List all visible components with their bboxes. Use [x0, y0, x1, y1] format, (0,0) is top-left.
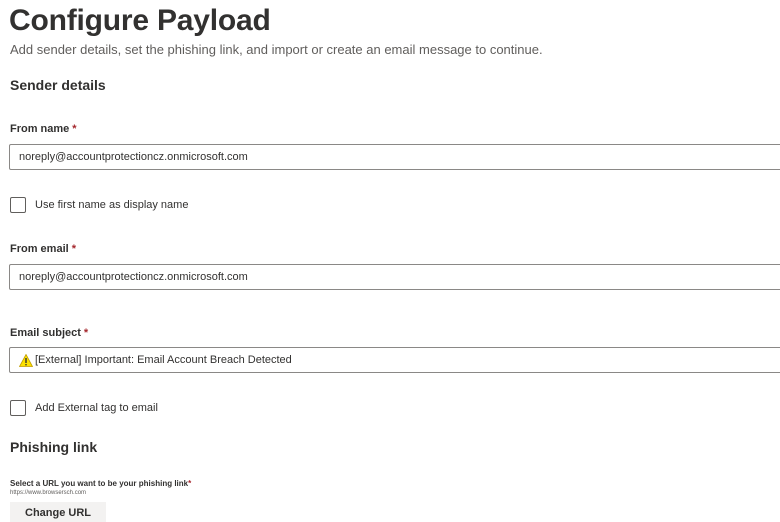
add-external-tag-label: Add External tag to email	[35, 402, 158, 414]
phishing-url-label: Select a URL you want to be your phishin…	[10, 479, 191, 488]
phishing-url-label-text: Select a URL you want to be your phishin…	[10, 479, 189, 488]
change-url-button[interactable]: Change URL	[10, 502, 106, 522]
add-external-tag-checkbox-row[interactable]: Add External tag to email	[10, 400, 158, 416]
from-name-input[interactable]: noreply@accountprotectioncz.onmicrosoft.…	[9, 144, 780, 170]
from-email-input[interactable]: noreply@accountprotectioncz.onmicrosoft.…	[9, 264, 780, 290]
use-first-name-checkbox-row[interactable]: Use first name as display name	[10, 197, 188, 213]
page-subtitle: Add sender details, set the phishing lin…	[10, 42, 543, 57]
sender-details-heading: Sender details	[10, 77, 106, 93]
email-subject-input[interactable]: [External] Important: Email Account Brea…	[9, 347, 780, 373]
from-name-label-text: From name	[10, 123, 70, 135]
add-external-tag-checkbox[interactable]	[10, 400, 26, 416]
from-name-value: noreply@accountprotectioncz.onmicrosoft.…	[19, 151, 248, 163]
email-subject-label-text: Email subject	[10, 327, 81, 339]
email-subject-label: Email subject *	[10, 327, 88, 339]
use-first-name-checkbox[interactable]	[10, 197, 26, 213]
page-title: Configure Payload	[9, 4, 271, 37]
email-subject-value: [External] Important: Email Account Brea…	[35, 354, 292, 366]
phishing-link-heading: Phishing link	[10, 439, 98, 455]
use-first-name-label: Use first name as display name	[35, 199, 189, 211]
required-marker: *	[188, 479, 192, 488]
from-name-label: From name *	[10, 123, 77, 135]
phishing-url-value: https://www.browsersch.com	[10, 490, 87, 496]
from-email-label-text: From email	[10, 243, 69, 255]
required-marker: *	[71, 243, 76, 255]
required-marker: *	[72, 123, 77, 135]
from-email-value: noreply@accountprotectioncz.onmicrosoft.…	[19, 271, 248, 283]
from-email-label: From email *	[10, 243, 76, 255]
configure-payload-page: Configure Payload Add sender details, se…	[0, 0, 780, 522]
required-marker: *	[83, 327, 89, 339]
warning-icon	[19, 353, 33, 367]
